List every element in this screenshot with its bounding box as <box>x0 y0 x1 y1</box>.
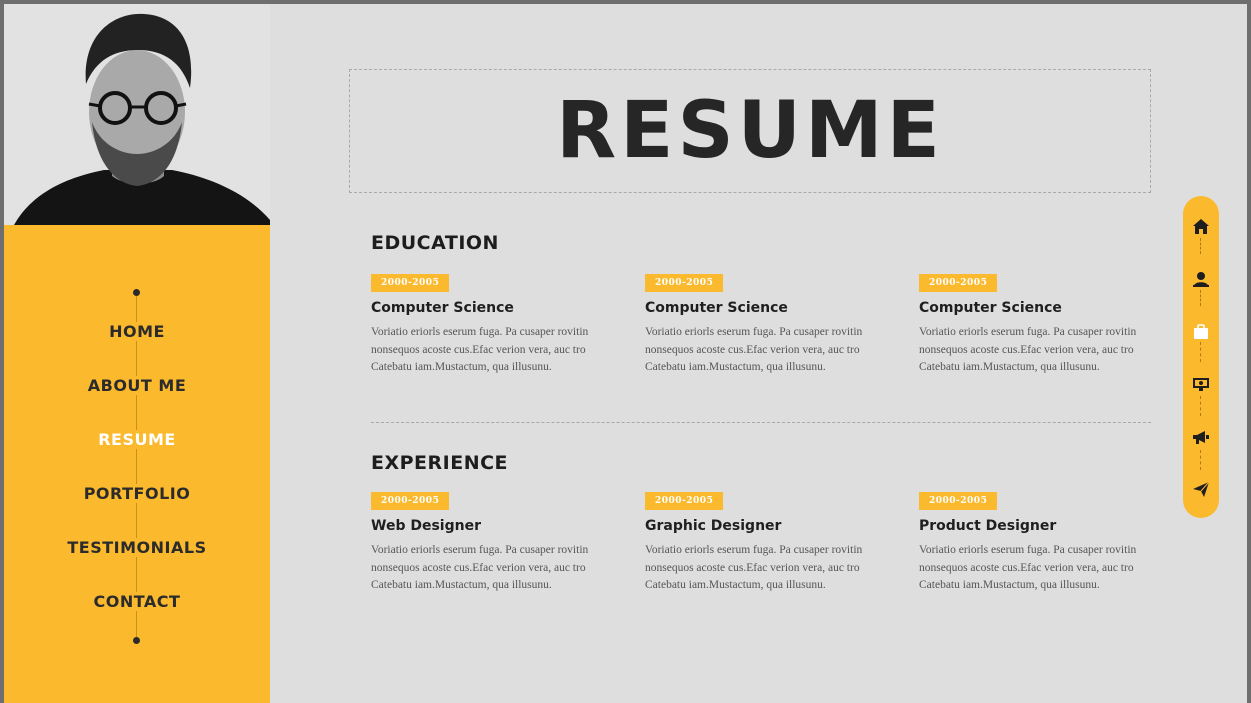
entry-description: Voriatio eriorls eserum fuga. Pa cusaper… <box>371 326 589 373</box>
nav-item-label: PORTFOLIO <box>77 484 197 503</box>
user-icon[interactable] <box>1190 268 1212 290</box>
nav-item-contact[interactable]: CONTACT <box>4 592 270 611</box>
main-navigation: HOME ABOUT ME RESUME PORTFOLIO TESTIMONI… <box>4 286 270 646</box>
megaphone-icon[interactable] <box>1190 426 1212 448</box>
entry-description: Voriatio eriorls eserum fuga. Pa cusaper… <box>645 544 863 591</box>
entry-description: Voriatio eriorls eserum fuga. Pa cusaper… <box>919 544 1137 591</box>
profile-photo <box>4 4 270 225</box>
icon-connector <box>1200 450 1201 470</box>
experience-entry: 2000-2005 Product Designer Voriatio erio… <box>919 488 1151 595</box>
entry-description: Voriatio eriorls eserum fuga. Pa cusaper… <box>371 544 589 591</box>
nav-item-portfolio[interactable]: PORTFOLIO <box>4 484 270 503</box>
entry-description: Voriatio eriorls eserum fuga. Pa cusaper… <box>645 326 863 373</box>
entry-title: Product Designer <box>919 518 1057 534</box>
nav-item-resume[interactable]: RESUME <box>4 430 270 449</box>
resume-page: HOME ABOUT ME RESUME PORTFOLIO TESTIMONI… <box>4 4 1247 703</box>
experience-entry: 2000-2005 Graphic Designer Voriatio erio… <box>645 488 877 595</box>
icon-connector <box>1200 396 1201 416</box>
home-icon[interactable] <box>1190 216 1212 238</box>
sidebar: HOME ABOUT ME RESUME PORTFOLIO TESTIMONI… <box>4 4 270 703</box>
nav-item-testimonials[interactable]: TESTIMONIALS <box>4 538 270 557</box>
date-badge: 2000-2005 <box>371 274 450 292</box>
education-heading: EDUCATION <box>371 232 499 254</box>
nav-item-about-me[interactable]: ABOUT ME <box>4 376 270 395</box>
date-badge: 2000-2005 <box>645 274 724 292</box>
entry-title: Web Designer <box>371 518 481 534</box>
nav-item-label: TESTIMONIALS <box>61 538 213 557</box>
entry-title: Computer Science <box>919 300 1062 316</box>
nav-item-home[interactable]: HOME <box>4 322 270 341</box>
quick-nav-bar <box>1183 196 1219 518</box>
entry-title: Computer Science <box>645 300 788 316</box>
date-badge: 2000-2005 <box>919 492 998 510</box>
nav-item-label: ABOUT ME <box>81 376 193 395</box>
send-icon[interactable] <box>1190 478 1212 500</box>
icon-connector <box>1200 290 1201 306</box>
icon-connector <box>1200 342 1201 362</box>
date-badge: 2000-2005 <box>645 492 724 510</box>
experience-heading: EXPERIENCE <box>371 452 509 474</box>
entry-title: Graphic Designer <box>645 518 782 534</box>
nav-item-label: HOME <box>103 322 171 341</box>
experience-entry: 2000-2005 Web Designer Voriatio eriorls … <box>371 488 603 595</box>
nav-item-label: RESUME <box>92 430 182 449</box>
education-entry: 2000-2005 Computer Science Voriatio erio… <box>371 270 603 377</box>
date-badge: 2000-2005 <box>919 274 998 292</box>
date-badge: 2000-2005 <box>371 492 450 510</box>
entry-title: Computer Science <box>371 300 514 316</box>
education-entry: 2000-2005 Computer Science Voriatio erio… <box>919 270 1151 377</box>
nav-top-dot <box>133 289 140 296</box>
entry-description: Voriatio eriorls eserum fuga. Pa cusaper… <box>919 326 1137 373</box>
page-title-box: RESUME <box>349 69 1151 193</box>
education-entry: 2000-2005 Computer Science Voriatio erio… <box>645 270 877 377</box>
portfolio-icon[interactable] <box>1190 373 1212 395</box>
nav-connector-line <box>136 292 137 640</box>
nav-bottom-dot <box>133 637 140 644</box>
nav-item-label: CONTACT <box>87 592 187 611</box>
icon-connector <box>1200 238 1201 254</box>
section-divider <box>371 422 1151 423</box>
briefcase-icon[interactable] <box>1190 321 1212 343</box>
page-title: RESUME <box>556 86 944 176</box>
